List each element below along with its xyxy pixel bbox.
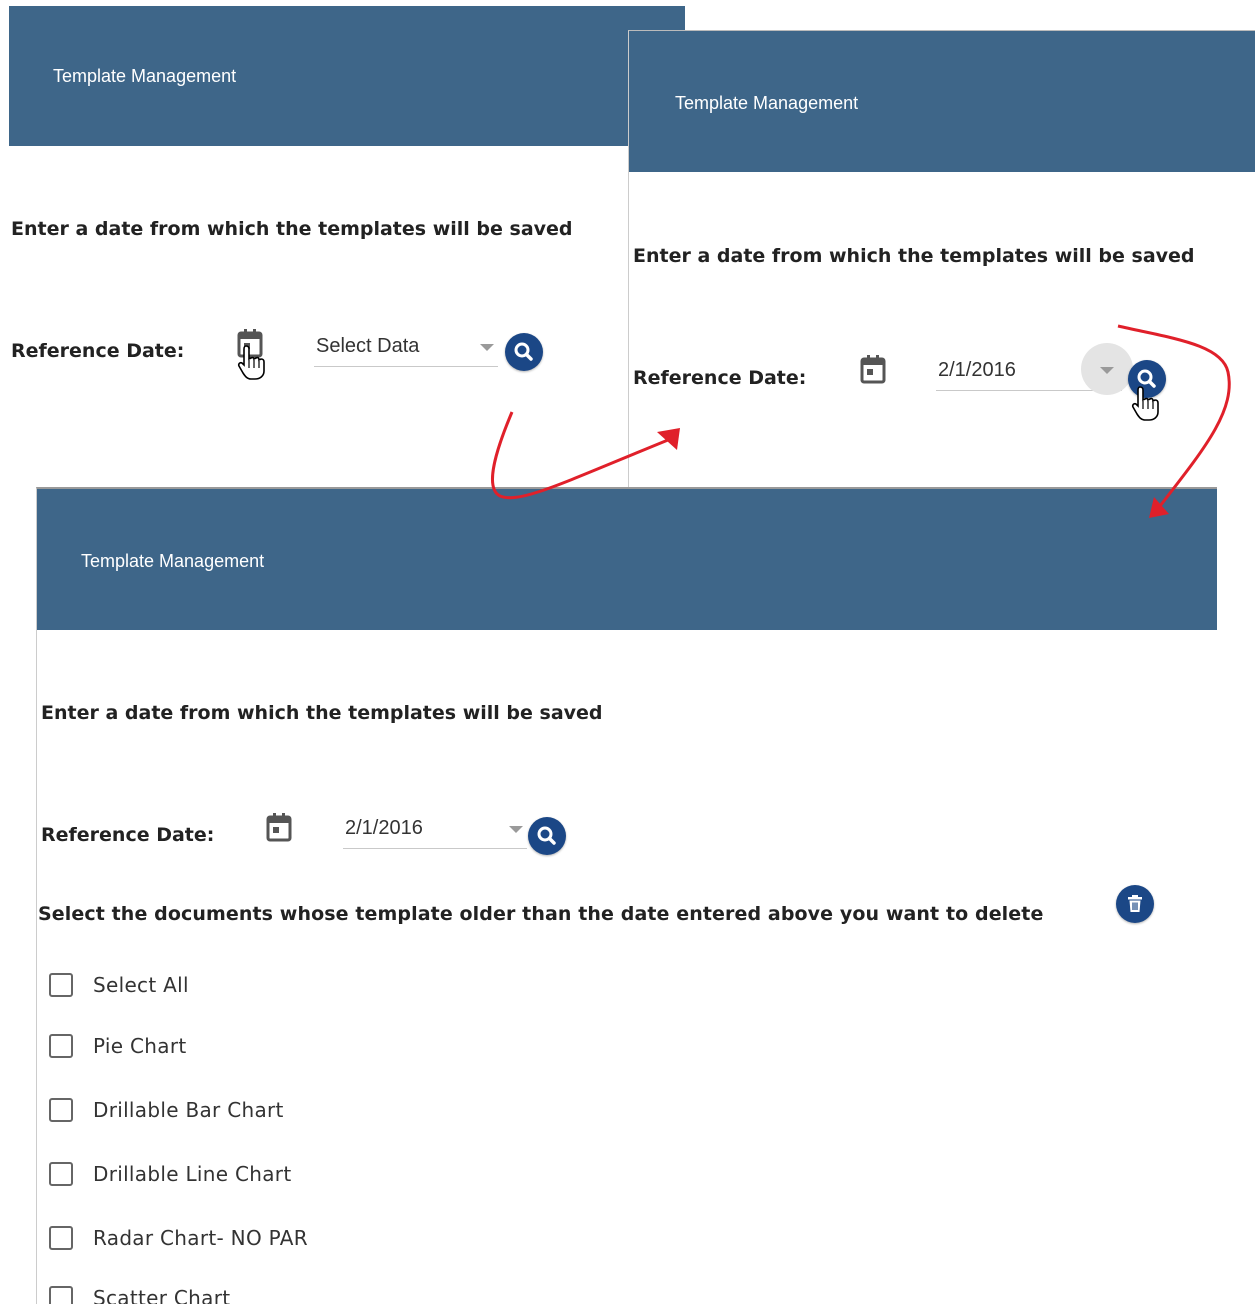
search-button[interactable] xyxy=(528,817,566,855)
checkbox-label: Pie Chart xyxy=(93,1034,187,1058)
hand-pointer-icon xyxy=(237,345,265,380)
page-title: Template Management xyxy=(53,66,237,86)
checkbox[interactable] xyxy=(49,1098,73,1122)
calendar-icon[interactable] xyxy=(266,812,292,842)
reference-date-input[interactable]: 2/1/2016 xyxy=(343,814,527,849)
checkbox-label: Select All xyxy=(93,973,189,997)
checkbox[interactable] xyxy=(49,1034,73,1058)
chevron-down-icon[interactable] xyxy=(1100,367,1114,374)
instruction-text: Enter a date from which the templates wi… xyxy=(41,702,603,724)
checkbox[interactable] xyxy=(49,973,73,997)
hand-pointer-icon xyxy=(1131,386,1159,421)
reference-date-label: Reference Date: xyxy=(633,367,807,389)
checkbox[interactable] xyxy=(49,1162,73,1186)
checkbox[interactable] xyxy=(49,1226,73,1250)
page-title: Template Management xyxy=(675,93,859,113)
chevron-down-icon[interactable] xyxy=(509,826,523,833)
checkbox-label: Radar Chart- NO PAR xyxy=(93,1226,308,1250)
checkbox-label: Scatter Chart xyxy=(93,1286,231,1304)
delete-instruction-text: Select the documents whose template olde… xyxy=(38,903,1044,925)
reference-date-label: Reference Date: xyxy=(41,824,215,846)
instruction-text: Enter a date from which the templates wi… xyxy=(11,218,573,240)
checkbox-label: Drillable Line Chart xyxy=(93,1162,292,1186)
chevron-down-icon[interactable] xyxy=(480,344,494,351)
panel-step-1: Template Management Enter a date from wh… xyxy=(9,6,685,486)
checkbox[interactable] xyxy=(49,1286,73,1304)
trash-icon xyxy=(1128,895,1142,912)
date-value: 2/1/2016 xyxy=(938,359,1016,381)
panel-step-2: Template Management Enter a date from wh… xyxy=(628,30,1255,489)
app-header: Template Management xyxy=(37,489,1217,630)
app-header: Template Management xyxy=(9,6,685,146)
search-button[interactable] xyxy=(505,333,543,371)
date-placeholder: Select Data xyxy=(316,335,420,357)
date-value: 2/1/2016 xyxy=(345,817,423,839)
calendar-icon[interactable] xyxy=(860,354,886,384)
reference-date-input[interactable]: Select Data xyxy=(314,332,498,367)
search-icon xyxy=(537,826,556,845)
page-title: Template Management xyxy=(81,551,265,571)
delete-button[interactable] xyxy=(1116,885,1154,923)
checkbox-label: Drillable Bar Chart xyxy=(93,1098,284,1122)
search-icon xyxy=(514,342,533,361)
reference-date-label: Reference Date: xyxy=(11,340,185,362)
panel-step-3: Template Management Enter a date from wh… xyxy=(36,487,1217,1304)
instruction-text: Enter a date from which the templates wi… xyxy=(633,245,1195,267)
app-header: Template Management xyxy=(629,31,1255,172)
